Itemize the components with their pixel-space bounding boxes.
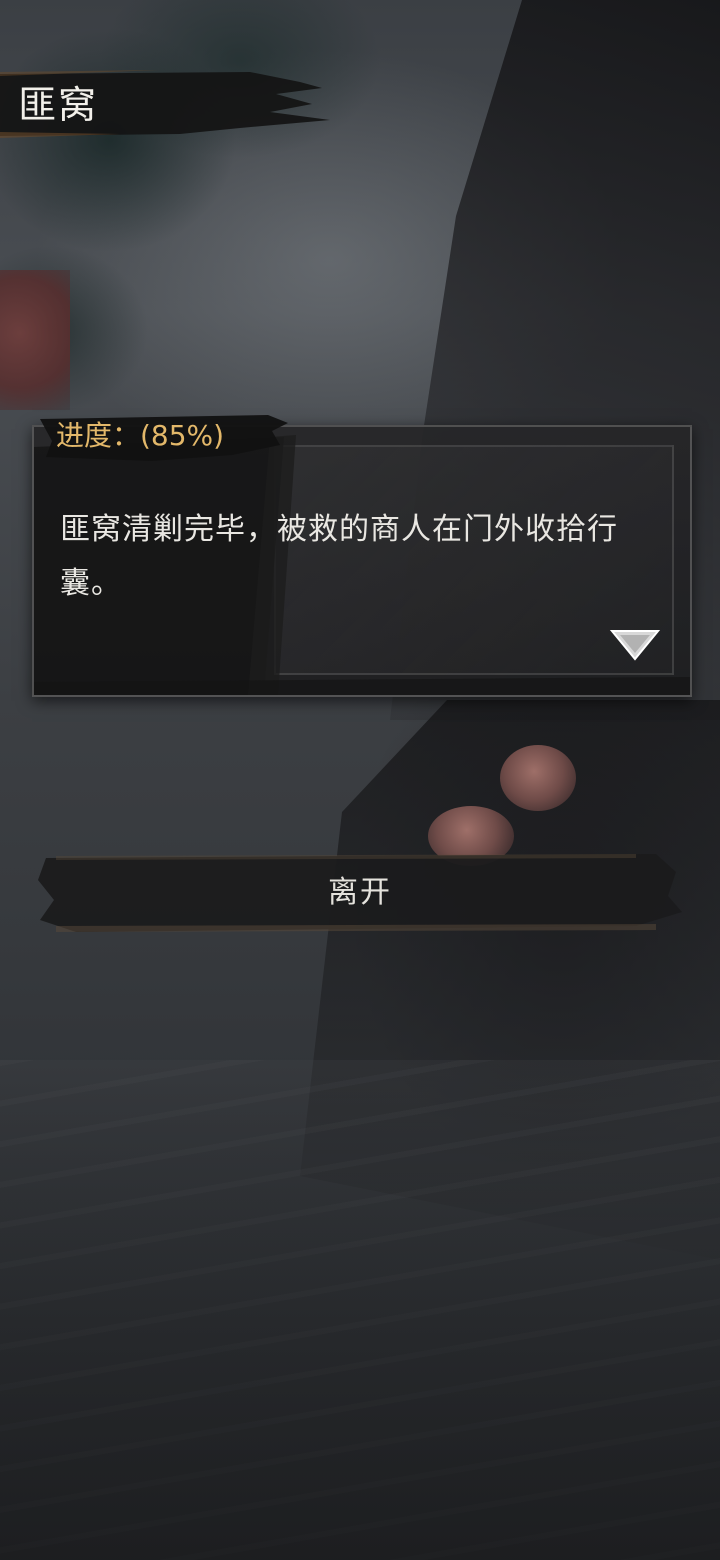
background-street-buildings [300,700,720,1260]
background-lantern-left [0,270,70,410]
dialog-message: 匪窝清剿完毕，被救的商人在门外收拾行囊。 [60,512,618,601]
leave-button-label: 离开 [328,875,392,910]
leave-button[interactable]: 离开 [36,850,684,936]
triangle-down-icon[interactable] [608,625,662,665]
location-title: 匪窝 [18,83,99,127]
progress-label: 进度：(85%) [56,419,225,452]
background-lantern [500,745,576,811]
progress-tag: 进度：(85%) [32,405,292,467]
game-scene: 匪窝 匪窝清剿完毕，被救的商人在门外收拾行囊。 进度：(85%) 离开 [0,0,720,1560]
background-wet-street [0,1060,720,1560]
location-title-banner: 匪窝 [0,68,340,142]
